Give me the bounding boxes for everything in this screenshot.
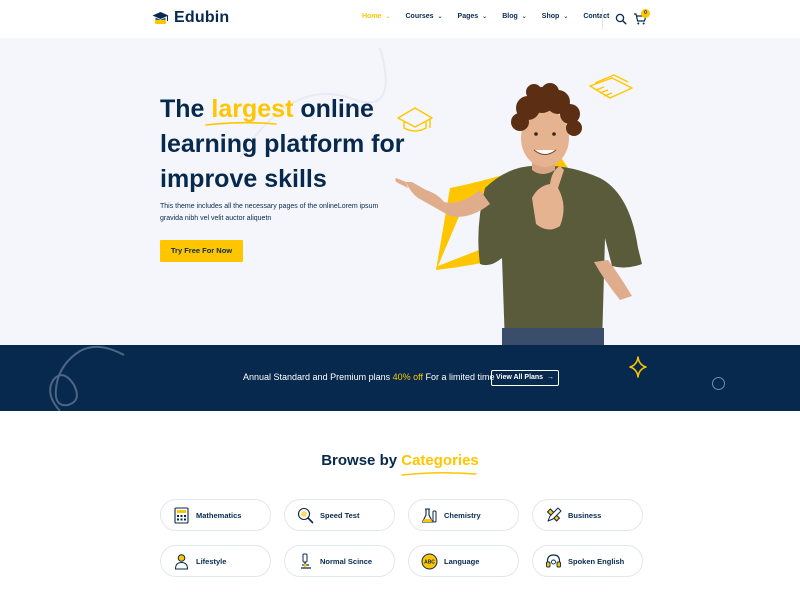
nav-item-shop[interactable]: Shop ⌄ xyxy=(542,13,569,20)
open-book-doodle-icon xyxy=(589,74,633,99)
nav-item-label: Contact xyxy=(583,13,610,20)
hero-title: The largest online learning platform for… xyxy=(160,92,420,197)
view-all-plans-label: View All Plans xyxy=(496,374,544,381)
category-speed-test[interactable]: Speed Test xyxy=(284,499,395,531)
promo-banner: Annual Standard and Premium plans 40% of… xyxy=(0,345,800,411)
svg-text:ABC: ABC xyxy=(424,559,435,565)
microscope-icon xyxy=(301,553,311,569)
logo[interactable]: Edubin xyxy=(152,9,229,27)
magnifier-icon xyxy=(297,507,314,523)
graduation-cap-logo-icon xyxy=(152,11,169,24)
chevron-down-icon: ⌄ xyxy=(385,14,391,20)
main-nav: Home ⌄ Courses ⌄ Pages ⌄ Blog ⌄ Shop ⌄ C… xyxy=(362,13,624,20)
headphones-icon xyxy=(546,553,561,567)
category-business[interactable]: Business xyxy=(532,499,643,531)
promo-text-end: For a limited time xyxy=(422,372,495,382)
category-mathematics[interactable]: Mathematics xyxy=(160,499,271,531)
try-free-button[interactable]: Try Free For Now xyxy=(160,240,243,262)
highlight-underline-decoration xyxy=(401,471,477,476)
cart-count-badge: 0 xyxy=(641,9,650,18)
nav-item-label: Pages xyxy=(457,13,479,20)
nav-item-blog[interactable]: Blog ⌄ xyxy=(502,13,527,20)
promo-text-start: Annual Standard and Premium plans xyxy=(243,372,393,382)
arrow-right-icon: → xyxy=(545,374,554,381)
chevron-down-icon: ⌄ xyxy=(521,14,527,20)
nav-item-home[interactable]: Home ⌄ xyxy=(362,13,390,20)
swirl-decoration xyxy=(49,345,125,411)
category-lifestyle[interactable]: Lifestyle xyxy=(160,545,271,577)
nav-item-contact[interactable]: Contact xyxy=(583,13,609,20)
abc-icon: ABC xyxy=(421,553,438,569)
nav-divider xyxy=(602,8,603,30)
calculator-icon xyxy=(174,506,189,524)
logo-text: Edubin xyxy=(174,9,230,26)
site-header: Edubin Home ⌄ Courses ⌄ Pages ⌄ Blog ⌄ S… xyxy=(0,0,800,38)
category-label: Mathematics xyxy=(196,510,242,520)
nav-item-courses[interactable]: Courses ⌄ xyxy=(405,13,442,20)
category-label: Normal Scince xyxy=(320,556,373,566)
promo-discount: 40% off xyxy=(392,372,423,382)
hero-title-start: The xyxy=(160,95,212,123)
category-label: Business xyxy=(568,510,602,520)
nav-item-label: Home xyxy=(362,13,382,20)
categories-grid: Mathematics Speed Test Chemistry Busines… xyxy=(160,499,643,577)
categories-title-start: Browse by xyxy=(321,452,402,469)
sparkle-star-icon xyxy=(629,356,647,378)
hero-title-highlight: largest xyxy=(211,95,294,123)
category-chemistry[interactable]: Chemistry xyxy=(408,499,519,531)
jeans xyxy=(502,328,604,345)
nav-item-label: Blog xyxy=(502,13,518,20)
category-label: Chemistry xyxy=(444,510,481,520)
category-label: Spoken English xyxy=(568,556,625,566)
category-label: Language xyxy=(444,556,480,566)
flask-icon xyxy=(421,507,437,523)
hero-student-illustration xyxy=(395,74,642,345)
categories-title: Browse by Categories xyxy=(0,452,800,469)
view-all-plans-button[interactable]: View All Plans → xyxy=(491,370,559,386)
promo-text: Annual Standard and Premium plans 40% of… xyxy=(243,372,494,382)
nav-item-pages[interactable]: Pages ⌄ xyxy=(458,13,488,20)
categories-title-highlight: Categories xyxy=(401,452,479,469)
highlight-underline-decoration xyxy=(205,121,277,126)
category-spoken-english[interactable]: Spoken English xyxy=(532,545,643,577)
category-language[interactable]: ABC Language xyxy=(408,545,519,577)
search-icon[interactable] xyxy=(615,13,627,25)
nav-item-label: Courses xyxy=(405,13,434,20)
nav-item-label: Shop xyxy=(541,13,560,20)
chevron-down-icon: ⌄ xyxy=(563,14,569,20)
chevron-down-icon: ⌄ xyxy=(482,14,488,20)
hero-description: This theme includes all the necessary pa… xyxy=(160,203,379,222)
category-label: Lifestyle xyxy=(196,556,227,566)
category-label: Speed Test xyxy=(320,510,360,520)
circle-decoration xyxy=(712,377,725,390)
person-icon xyxy=(174,553,189,569)
chevron-down-icon: ⌄ xyxy=(437,14,443,20)
graduation-cap-doodle-icon xyxy=(397,107,433,132)
pencil-ruler-icon xyxy=(546,507,562,522)
hero-section: The largest online learning platform for… xyxy=(0,38,800,345)
category-normal-scince[interactable]: Normal Scince xyxy=(284,545,395,577)
